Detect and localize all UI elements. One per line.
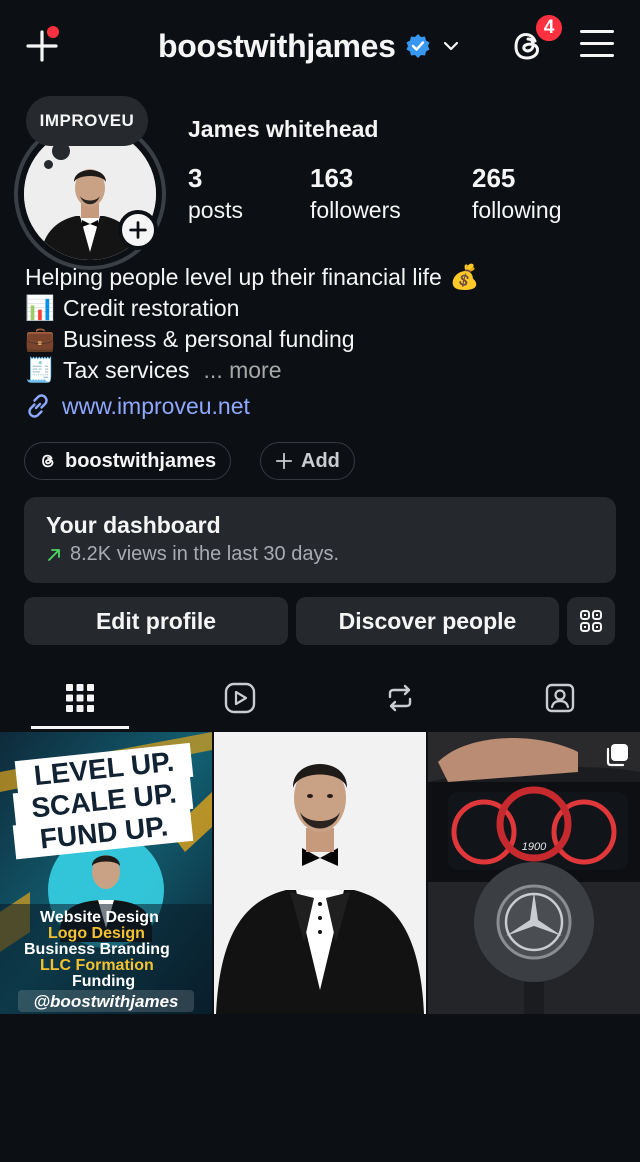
receipt-emoji: 🧾 xyxy=(25,357,55,384)
money-bag-emoji: 💰 xyxy=(449,264,480,291)
promo-service-4: LLC Formation xyxy=(40,957,154,974)
notification-badge: 4 xyxy=(533,12,565,44)
add-chip-button[interactable]: Add xyxy=(260,442,355,480)
dashboard-subtitle: 8.2K views in the last 30 days. xyxy=(70,543,340,565)
bio: Helping people level up their financial … xyxy=(25,262,625,386)
plus-icon xyxy=(275,452,293,470)
stat-followers[interactable]: 163 followers xyxy=(310,162,401,226)
qr-code-icon xyxy=(580,610,602,632)
stat-following[interactable]: 265 following xyxy=(472,162,562,226)
stat-number: 163 xyxy=(310,163,354,193)
tab-grid[interactable] xyxy=(0,664,160,732)
plus-icon xyxy=(129,221,147,239)
stat-label: following xyxy=(472,197,562,223)
note-bubble-tail-small xyxy=(44,160,53,169)
bio-more-link[interactable]: ... more xyxy=(204,355,282,386)
dashboard-card[interactable]: Your dashboard 8.2K views in the last 30… xyxy=(24,497,616,583)
profile-tabs xyxy=(0,664,640,732)
tab-reels[interactable] xyxy=(160,664,320,732)
edit-profile-button[interactable]: Edit profile xyxy=(24,597,288,645)
top-bar: boostwithjames 4 xyxy=(0,0,640,92)
create-button[interactable] xyxy=(22,24,62,64)
qr-code-button[interactable] xyxy=(567,597,615,645)
promo-service-3: Business Branding xyxy=(24,941,170,958)
account-switcher[interactable]: boostwithjames xyxy=(158,24,462,68)
tab-reposts[interactable] xyxy=(320,664,480,732)
repost-icon xyxy=(388,684,412,712)
add-story-button[interactable] xyxy=(118,210,158,250)
briefcase-emoji: 💼 xyxy=(25,326,55,353)
tab-tagged[interactable] xyxy=(480,664,640,732)
menu-button[interactable] xyxy=(580,30,614,62)
discover-people-button[interactable]: Discover people xyxy=(296,597,559,645)
stat-label: posts xyxy=(188,197,243,223)
bio-text: Tax services xyxy=(63,357,190,383)
post-thumbnail-promo: LEVEL UP. SCALE UP. FUND UP. Website Des… xyxy=(0,732,212,1014)
carousel-icon xyxy=(606,744,628,767)
profile-link[interactable]: www.improveu.net xyxy=(24,392,250,420)
add-chip-label: Add xyxy=(301,449,340,472)
bio-text: Credit restoration xyxy=(63,295,240,321)
profile-note[interactable]: IMPROVEU xyxy=(26,96,148,146)
bar-chart-emoji: 📊 xyxy=(25,295,55,322)
reels-icon xyxy=(224,682,256,714)
trend-up-icon xyxy=(48,548,60,561)
active-tab-indicator xyxy=(31,726,129,729)
post-thumbnail-car: 1900 xyxy=(428,732,640,1014)
dashboard-title: Your dashboard xyxy=(46,512,221,538)
menu-icon xyxy=(580,30,614,57)
bio-text: Business & personal funding xyxy=(63,326,355,352)
full-name: James whitehead xyxy=(188,116,379,142)
threads-chip-label: boostwithjames xyxy=(65,449,217,472)
threads-icon xyxy=(42,454,54,468)
stat-label: followers xyxy=(310,197,401,223)
promo-service-2: Logo Design xyxy=(48,925,145,942)
posts-grid: LEVEL UP. SCALE UP. FUND UP. Website Des… xyxy=(0,732,640,1014)
tagged-icon xyxy=(545,683,575,713)
link-url: www.improveu.net xyxy=(62,392,250,419)
threads-profile-chip[interactable]: boostwithjames xyxy=(24,442,232,480)
bio-line: 🧾 Tax services ... more xyxy=(25,355,625,386)
post-thumbnail-portrait xyxy=(214,732,426,1014)
promo-handle: @boostwithjames xyxy=(33,992,178,1011)
stat-number: 3 xyxy=(188,163,203,193)
chevron-down-icon xyxy=(443,41,458,51)
speed-readout: 1900 xyxy=(522,841,547,853)
bio-line: Helping people level up their financial … xyxy=(25,262,625,293)
bio-text: Helping people level up their financial … xyxy=(25,264,442,290)
post-tile[interactable]: LEVEL UP. SCALE UP. FUND UP. Website Des… xyxy=(0,732,212,1014)
username-title: boostwithjames xyxy=(158,27,396,64)
post-tile[interactable] xyxy=(214,732,426,1014)
dashboard-subtitle-row: 8.2K views in the last 30 days. xyxy=(46,543,594,566)
verified-badge-icon xyxy=(406,34,430,58)
stat-number: 265 xyxy=(472,163,516,193)
stat-posts[interactable]: 3 posts xyxy=(188,162,243,226)
bio-line: 💼 Business & personal funding xyxy=(25,324,625,355)
promo-service-1: Website Design xyxy=(40,909,159,926)
promo-service-5: Funding xyxy=(72,973,135,990)
link-icon xyxy=(28,394,48,418)
grid-icon xyxy=(66,684,94,712)
bio-line: 📊 Credit restoration xyxy=(25,293,625,324)
post-tile[interactable]: 1900 xyxy=(428,732,640,1014)
plus-icon xyxy=(26,26,59,62)
